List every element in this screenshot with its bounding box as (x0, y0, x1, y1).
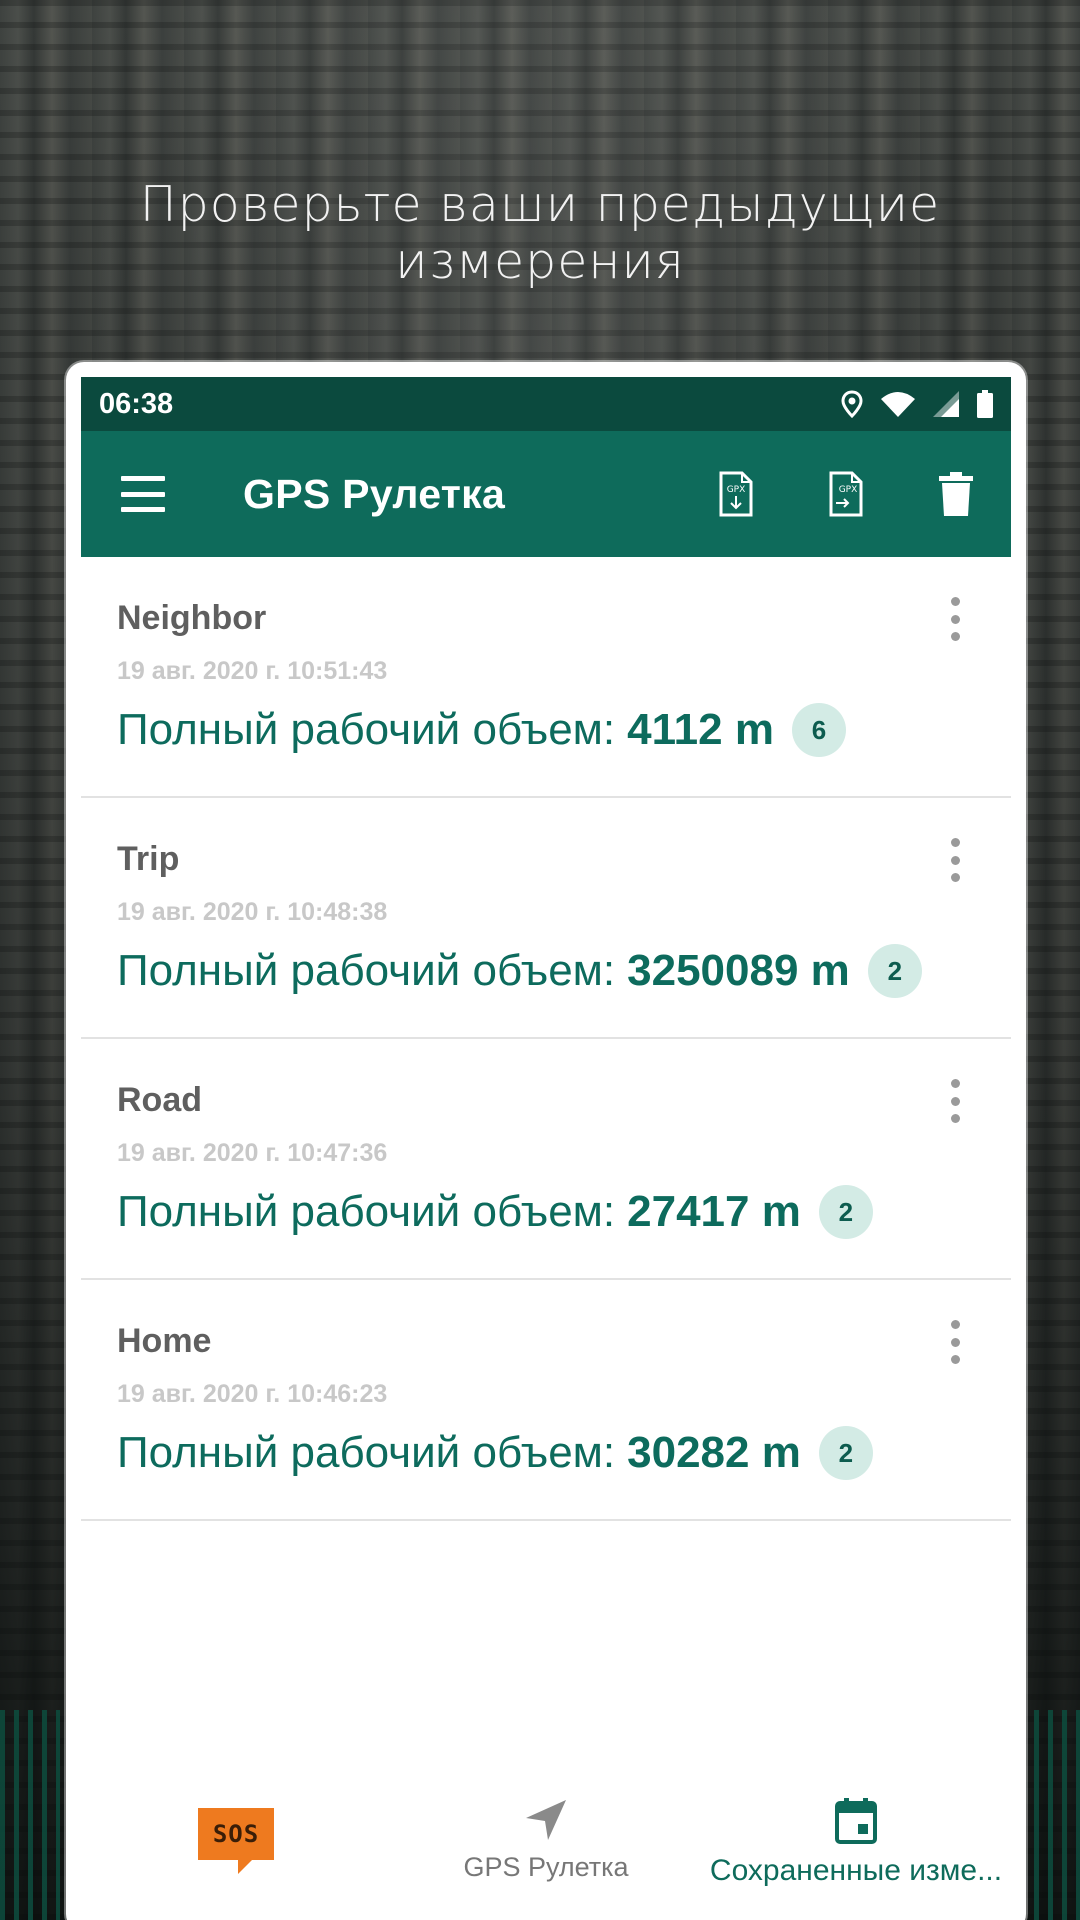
total-label: Полный рабочий объем: (117, 1428, 616, 1477)
svg-text:GPX: GPX (839, 485, 858, 495)
phone-frame: 06:38 GPS Рулетка GPX GPX Neighbor 19 ав… (66, 362, 1026, 1920)
measurement-date: 19 авг. 2020 г. 10:51:43 (117, 657, 388, 685)
sos-icon: SOS (198, 1808, 274, 1874)
total-value: 30282 m (627, 1428, 801, 1477)
measurement-date: 19 авг. 2020 г. 10:47:36 (117, 1139, 388, 1167)
status-bar: 06:38 (81, 377, 1011, 431)
app-title: GPS Рулетка (243, 470, 506, 517)
export-gpx-button[interactable]: GPX (681, 431, 791, 557)
import-gpx-icon: GPX (829, 471, 863, 517)
delete-all-button[interactable] (901, 431, 1011, 557)
nav-saved-measurements[interactable]: Сохраненные изме... (701, 1772, 1011, 1920)
points-count-badge: 2 (867, 944, 922, 998)
measurement-name: Home (117, 1322, 212, 1360)
measurement-total: Полный рабочий объем: 3250089 m 2 (117, 944, 922, 998)
app-bar-actions: GPX GPX (681, 431, 1011, 557)
total-label: Полный рабочий объем: (117, 705, 616, 754)
decor-stripes-left (0, 1710, 60, 1920)
measurement-date: 19 авг. 2020 г. 10:48:38 (117, 898, 388, 926)
points-count-badge: 2 (818, 1185, 873, 1239)
list-item[interactable]: Trip 19 авг. 2020 г. 10:48:38 Полный раб… (81, 798, 1011, 1039)
measurement-name: Trip (117, 840, 180, 878)
export-gpx-icon: GPX (719, 471, 753, 517)
promo-headline: Проверьте ваши предыдущие измерения (139, 176, 941, 290)
hamburger-menu-icon[interactable] (121, 476, 165, 512)
more-options-icon[interactable] (943, 1079, 967, 1123)
measurement-name: Road (117, 1081, 202, 1119)
points-count-badge: 2 (818, 1426, 873, 1480)
app-screen: 06:38 GPS Рулетка GPX GPX Neighbor 19 ав… (81, 377, 1011, 1920)
more-options-icon[interactable] (943, 597, 967, 641)
trash-icon (939, 472, 973, 516)
nav-sos[interactable]: SOS (81, 1772, 391, 1920)
bottom-navigation: SOS GPS Рулетка Сохраненные изме... (81, 1772, 1011, 1920)
nav-label: Сохраненные изме... (709, 1854, 1003, 1887)
decor-stripes-right (1020, 1710, 1080, 1920)
measurement-total: Полный рабочий объем: 27417 m 2 (117, 1185, 873, 1239)
measurement-total: Полный рабочий объем: 30282 m 2 (117, 1426, 873, 1480)
measurement-date: 19 авг. 2020 г. 10:46:23 (117, 1380, 388, 1408)
total-label: Полный рабочий объем: (117, 946, 616, 995)
navigation-arrow-icon (526, 1800, 566, 1840)
nav-gps-tape[interactable]: GPS Рулетка (391, 1772, 701, 1920)
svg-text:GPX: GPX (727, 485, 746, 495)
total-label: Полный рабочий объем: (117, 1187, 616, 1236)
status-time: 06:38 (99, 387, 174, 420)
list-item[interactable]: Home 19 авг. 2020 г. 10:46:23 Полный раб… (81, 1280, 1011, 1521)
measurement-name: Neighbor (117, 599, 267, 637)
total-value: 27417 m (627, 1187, 801, 1236)
nav-label: GPS Рулетка (463, 1852, 629, 1882)
calendar-icon (835, 1798, 877, 1844)
total-value: 3250089 m (627, 946, 850, 995)
list-item[interactable]: Road 19 авг. 2020 г. 10:47:36 Полный раб… (81, 1039, 1011, 1280)
signal-icon (933, 391, 959, 417)
total-value: 4112 m (627, 705, 774, 754)
measurements-list: Neighbor 19 авг. 2020 г. 10:51:43 Полный… (81, 557, 1011, 1521)
battery-icon (977, 390, 993, 418)
wifi-icon (881, 392, 915, 417)
measurement-total: Полный рабочий объем: 4112 m 6 (117, 703, 846, 757)
status-icons (841, 390, 993, 418)
location-icon (841, 390, 863, 418)
more-options-icon[interactable] (943, 1320, 967, 1364)
list-item[interactable]: Neighbor 19 авг. 2020 г. 10:51:43 Полный… (81, 557, 1011, 798)
points-count-badge: 6 (791, 703, 846, 757)
more-options-icon[interactable] (943, 838, 967, 882)
app-bar: GPS Рулетка GPX GPX (81, 431, 1011, 557)
import-gpx-button[interactable]: GPX (791, 431, 901, 557)
